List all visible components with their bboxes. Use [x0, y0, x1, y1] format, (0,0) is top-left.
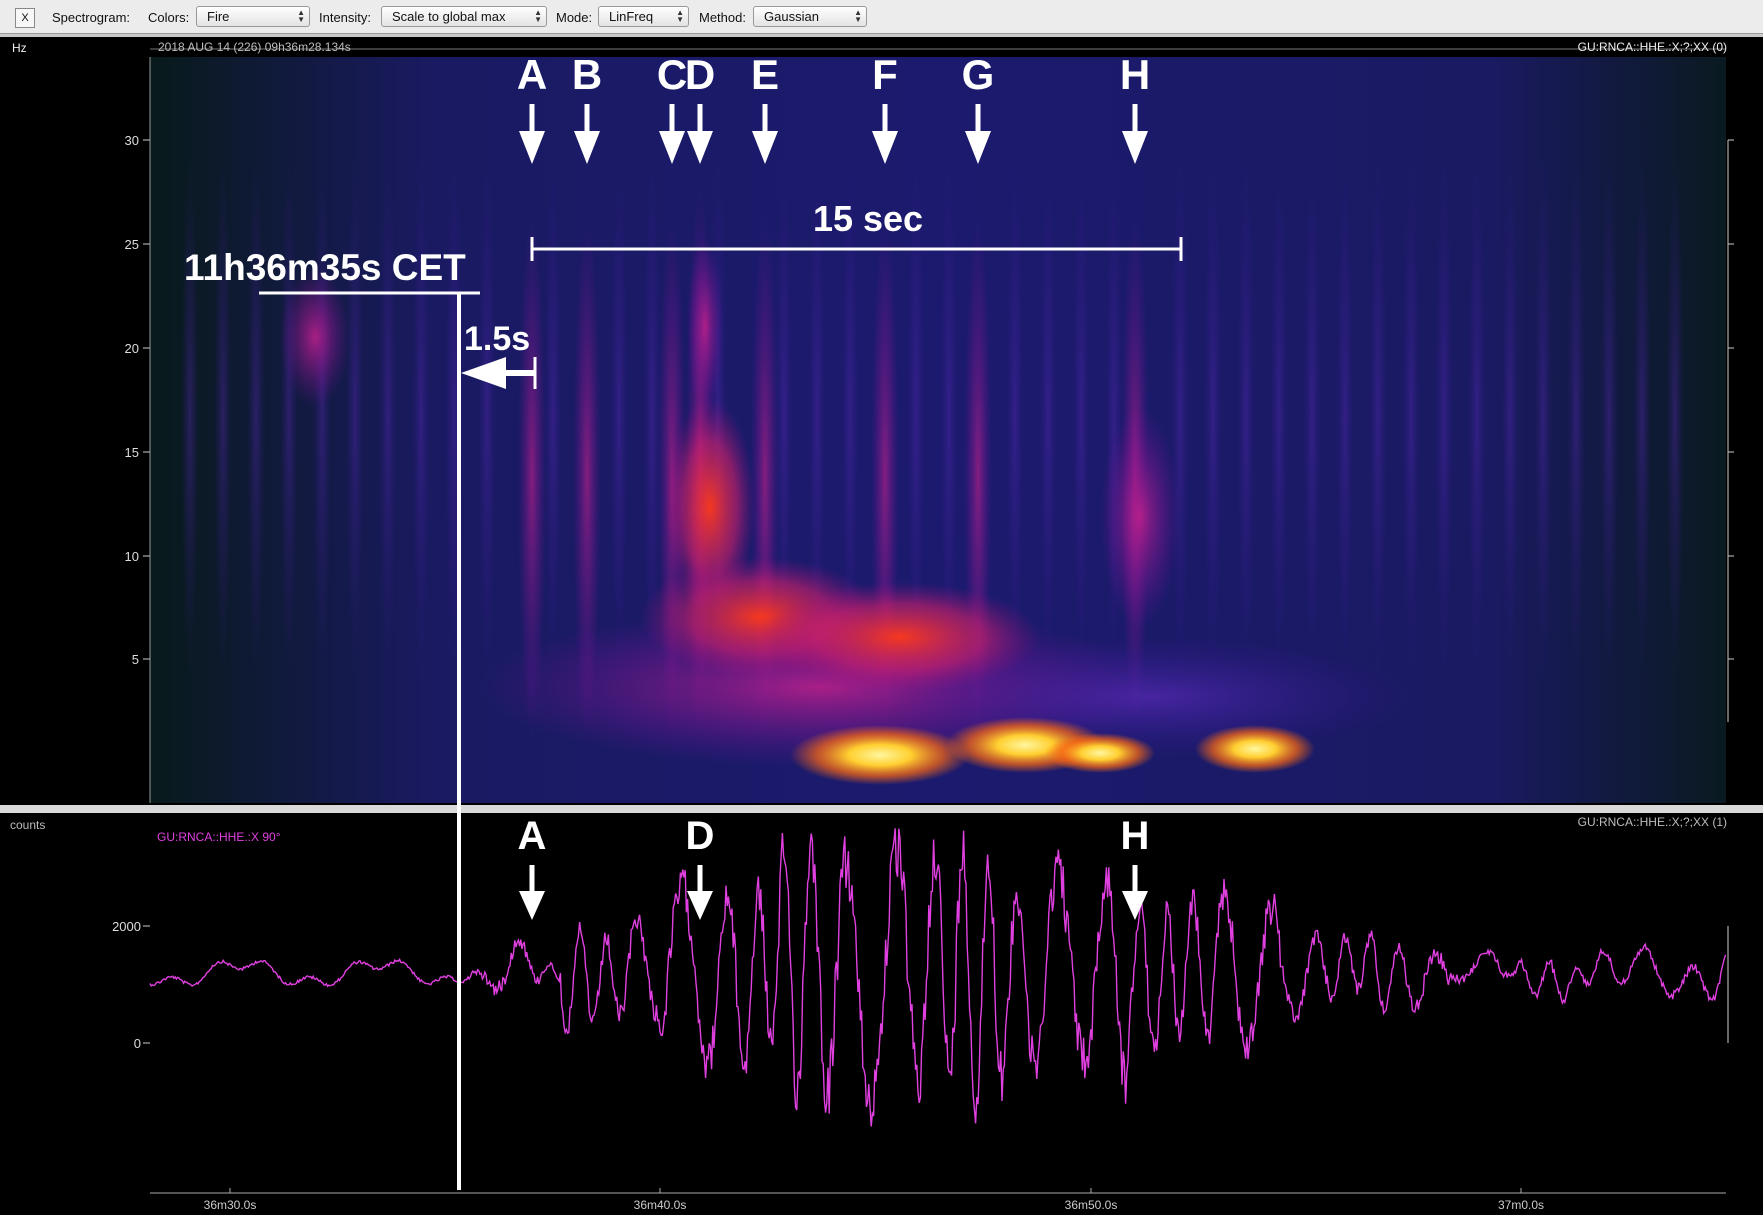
x-tick-label: 36m30.0s [204, 1198, 257, 1212]
spectrogram-streak [1402, 157, 1420, 677]
spectrogram-streak [1270, 157, 1288, 677]
peak-label: D [686, 814, 715, 858]
spectrogram-hot-spot [1195, 725, 1315, 773]
waveform-channel-label: GU:RNCA::HHE.:X;?;XX (1) [1577, 815, 1727, 829]
waveform-y-tick-label: 0 [134, 1036, 141, 1051]
spectrogram-streak [1501, 157, 1519, 677]
spectrogram-streak [610, 157, 628, 677]
peak-label: D [685, 51, 715, 98]
spectrogram-streak [1567, 157, 1585, 677]
spectrogram-channel-label: GU:RNCA::HHE.:X;?;XX (0) [1577, 40, 1727, 54]
method-select[interactable]: Gaussian ▲ ▼ [753, 6, 867, 27]
spectrogram-panel[interactable]: 30 25 20 15 10 5 A B CD E F G H 15 sec 11h36m35s CE… [0, 37, 1763, 807]
spectrogram-streak [1006, 157, 1024, 677]
spectrogram-streak [1435, 157, 1453, 677]
spectrogram-streak [1666, 157, 1684, 677]
spectrogram-streak [1600, 157, 1618, 677]
method-label: Method: [699, 10, 746, 25]
close-button[interactable]: X [15, 8, 35, 28]
intensity-select[interactable]: Scale to global max ▲ ▼ [381, 6, 547, 27]
spectrogram-streak [379, 157, 397, 677]
spectrogram-streak [1369, 157, 1387, 677]
spectrogram-streak [1633, 157, 1651, 677]
y-tick-label: 10 [125, 549, 139, 564]
select-arrows-icon: ▲ ▼ [676, 8, 684, 24]
y-tick-label: 30 [125, 133, 139, 148]
peak-label: H [1121, 814, 1150, 858]
spectrogram-streak [280, 157, 298, 677]
spectrogram-streak [1204, 157, 1222, 677]
time-marker-line [457, 293, 461, 1190]
waveform-panel[interactable]: 36m30.0s 36m40.0s 36m50.0s 37m0.0s 2000 0 A D… [0, 813, 1763, 1215]
intensity-select-value: Scale to global max [392, 9, 506, 24]
spectrogram-streak [1336, 157, 1354, 677]
select-arrows-icon: ▲ ▼ [297, 8, 305, 24]
spectrogram-blob [280, 267, 350, 407]
spectrogram-streak [1303, 157, 1321, 677]
y-tick-label: 25 [125, 237, 139, 252]
peak-label: G [962, 51, 995, 98]
x-tick-label: 36m50.0s [1065, 1198, 1118, 1212]
x-tick-label: 37m0.0s [1498, 1198, 1544, 1212]
y-tick-label: 15 [125, 445, 139, 460]
spectrogram-streak [1171, 157, 1189, 677]
spectrogram-streak [346, 157, 364, 677]
y-tick-label: 20 [125, 341, 139, 356]
duration-label: 15 sec [813, 198, 923, 239]
peak-label: F [872, 51, 898, 98]
select-arrows-icon: ▲ ▼ [534, 8, 542, 24]
spectrogram-blob [687, 237, 723, 417]
spectrogram-blob [760, 582, 1040, 692]
offset-label: 1.5s [464, 320, 530, 358]
waveform-unit-label: counts [10, 818, 46, 832]
peak-label: B [572, 51, 602, 98]
time-label: 11h36m35s CET [184, 247, 466, 288]
waveform-background [0, 813, 1763, 1215]
peak-label: E [751, 51, 779, 98]
peak-label: H [1120, 51, 1150, 98]
spectrogram-streak [1468, 157, 1486, 677]
spectrogram-streak [478, 157, 496, 677]
spectrogram-streak [412, 157, 430, 677]
spectrogram-streak [1237, 157, 1255, 677]
panel-divider[interactable] [0, 805, 1763, 813]
waveform-y-tick-label: 2000 [112, 919, 141, 934]
spectrogram-streak [544, 157, 562, 677]
spectrogram-streak [181, 157, 199, 677]
spectrogram-streak [1072, 157, 1090, 677]
waveform-trace-label: GU:RNCA::HHE.:X 90° [157, 830, 281, 844]
spectrogram-blob [1100, 407, 1180, 627]
select-arrows-icon: ▲ ▼ [854, 8, 862, 24]
mode-select[interactable]: LinFreq ▲ ▼ [598, 6, 689, 27]
spectrogram-hot-spot [790, 725, 970, 785]
mode-label: Mode: [556, 10, 593, 25]
spectrogram-toolbar: X Spectrogram: Colors: Fire ▲ ▼ Intensity… [0, 0, 1763, 34]
intensity-label: Intensity: [319, 10, 372, 25]
spectrogram-hot-spot [1045, 733, 1155, 773]
spectrogram-start-time: 2018 AUG 14 (226) 09h36m28.134s [158, 40, 351, 54]
method-select-value: Gaussian [764, 9, 819, 24]
peak-label: C [657, 51, 687, 98]
spectrogram-streak [1534, 157, 1552, 677]
y-tick-label: 5 [132, 652, 139, 667]
spectrogram-unit-label: Hz [12, 41, 27, 55]
colors-select[interactable]: Fire ▲ ▼ [196, 6, 310, 27]
spectrogram-streak [214, 157, 232, 677]
colors-label: Colors: [148, 10, 190, 25]
peak-label: A [518, 814, 547, 858]
mode-select-value: LinFreq [609, 9, 654, 24]
spectrogram-streak [313, 157, 331, 677]
colors-select-value: Fire [207, 9, 230, 24]
spectrogram-streak [247, 157, 265, 677]
spectrogram-label: Spectrogram: [52, 10, 131, 25]
peak-label: A [517, 51, 547, 98]
x-tick-label: 36m40.0s [634, 1198, 687, 1212]
spectrogram-streak [1039, 157, 1057, 677]
